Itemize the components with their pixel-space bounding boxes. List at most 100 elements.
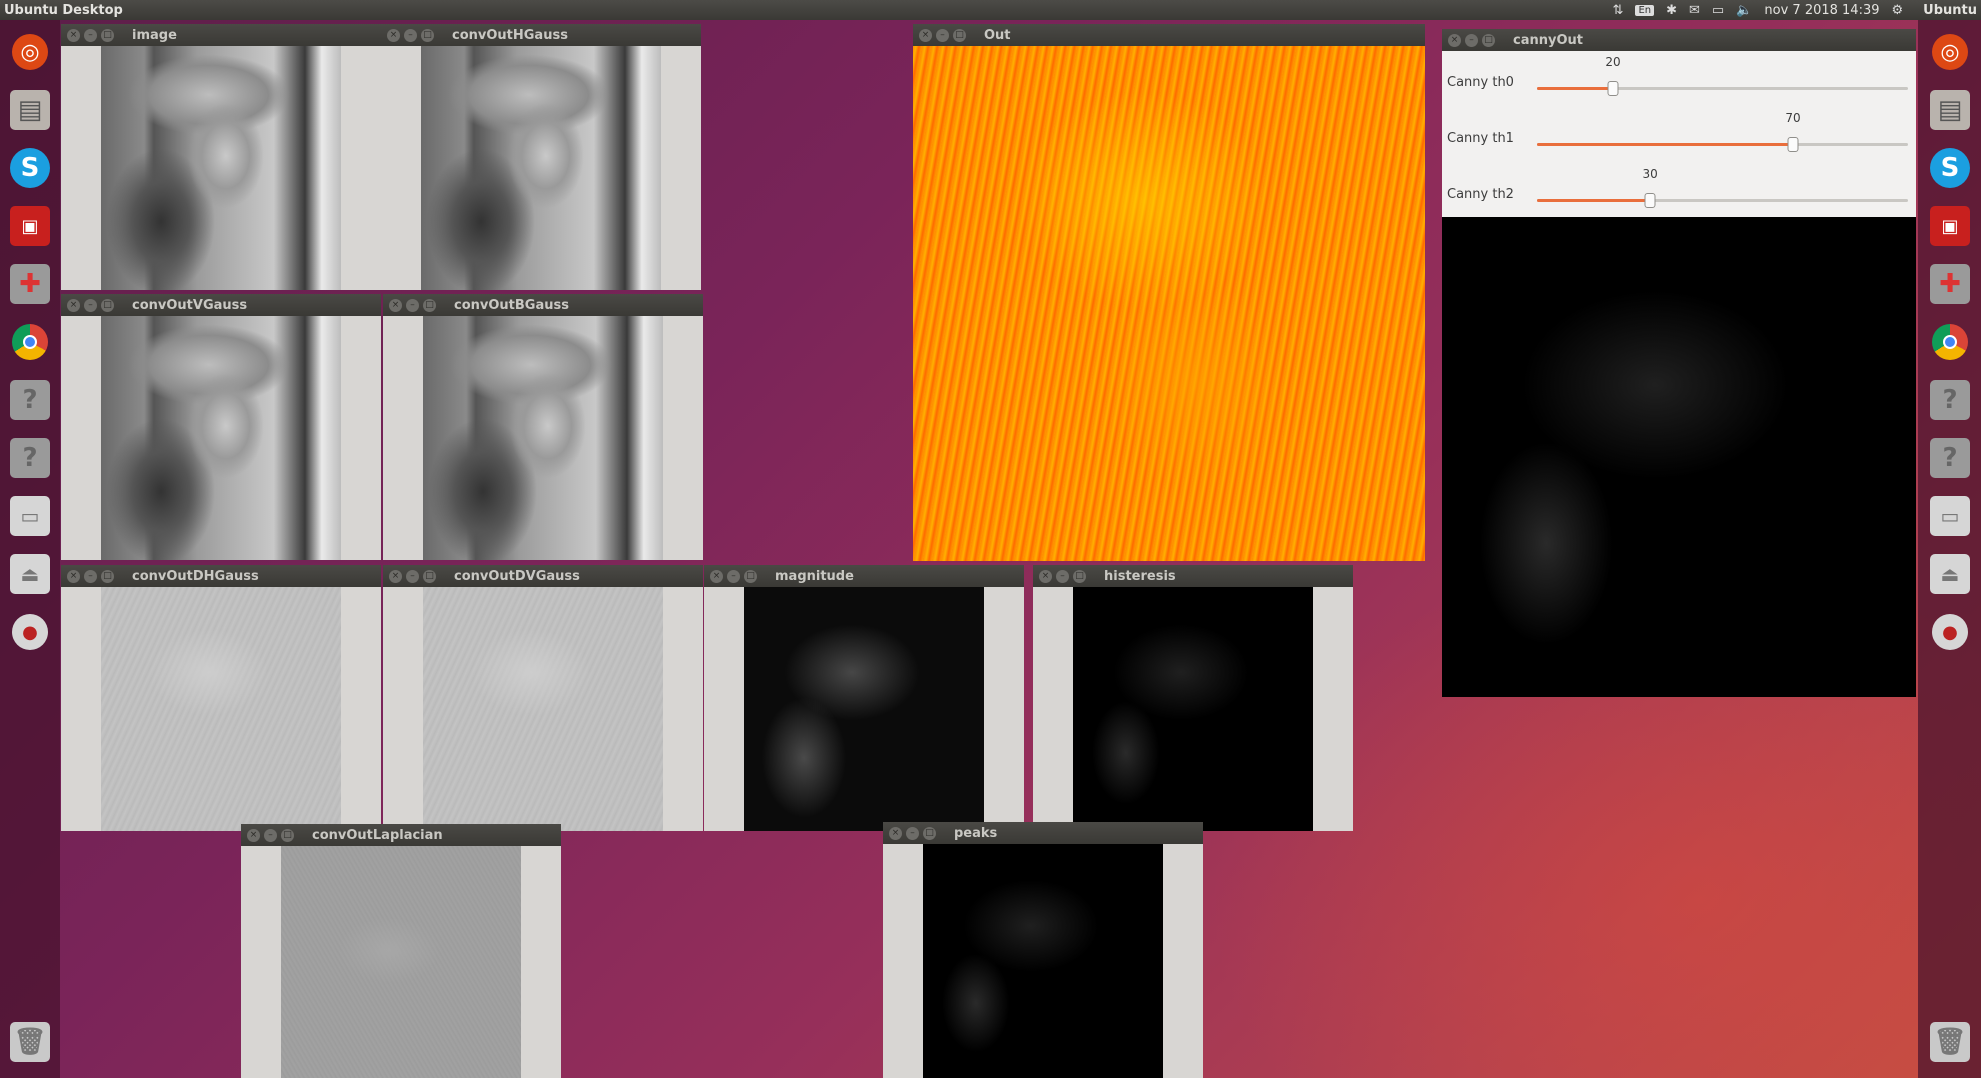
window-titlebar[interactable]: × – □ histeresis [1033,565,1353,587]
window-titlebar[interactable]: × – □ magnitude [704,565,1024,587]
minimize-icon[interactable]: – [727,569,740,583]
window-image[interactable]: × – □ image [61,24,381,290]
minimize-icon[interactable]: – [84,298,97,312]
window-out[interactable]: × – □ Out [913,24,1425,561]
network-updown-icon[interactable]: ⇅ [1613,3,1624,18]
window-magnitude[interactable]: × – □ magnitude [704,565,1024,831]
ubuntu-dash-button[interactable]: ◎ [1926,28,1974,76]
window-convouthgauss[interactable]: × – □ convOutHGauss [381,24,701,290]
volume-mute-icon[interactable]: 🔈 [1736,3,1752,18]
settings-launcher[interactable]: ✚ [1926,260,1974,308]
window-histeresis[interactable]: × – □ histeresis [1033,565,1353,831]
maximize-icon[interactable]: □ [423,569,436,583]
skype-launcher[interactable]: S [1926,144,1974,192]
maximize-icon[interactable]: □ [101,298,114,312]
user-menu[interactable]: Ubuntu [1923,3,1977,18]
minimize-icon[interactable]: – [1056,569,1069,583]
window-convoutbgauss[interactable]: × – □ convOutBGauss [383,294,703,560]
window-titlebar[interactable]: × – □ convOutDHGauss [61,565,381,587]
unknown-app-launcher[interactable]: ? [1926,376,1974,424]
skype-launcher[interactable]: S [6,144,54,192]
maximize-icon[interactable]: □ [953,28,966,42]
minimize-icon[interactable]: – [84,569,97,583]
window-convoutvgauss[interactable]: × – □ convOutVGauss [61,294,381,560]
usb-drive-launcher[interactable]: ⏏ [1926,550,1974,598]
maximize-icon[interactable]: □ [744,569,757,583]
terminal-launcher[interactable]: ▣ [6,202,54,250]
files-launcher[interactable]: ▤ [6,86,54,134]
close-icon[interactable]: × [919,28,932,42]
ubuntu-dash-button[interactable]: ◎ [6,28,54,76]
chrome-launcher[interactable] [1926,318,1974,366]
keyboard-layout-indicator[interactable]: En [1635,4,1655,16]
minimize-icon[interactable]: – [1465,33,1478,47]
window-cannyout[interactable]: ×–□ cannyOut Canny th0 20 Canny th1 70 [1442,29,1916,697]
window-convoutdhgauss[interactable]: × – □ convOutDHGauss [61,565,381,831]
unknown-app-launcher[interactable]: ? [1926,434,1974,482]
files-launcher[interactable]: ▤ [1926,86,1974,134]
close-icon[interactable]: × [389,298,402,312]
gear-icon[interactable]: ⚙ [1892,3,1904,18]
maximize-icon[interactable]: □ [421,28,434,42]
close-icon[interactable]: × [67,298,80,312]
minimize-icon[interactable]: – [906,826,919,840]
window-titlebar[interactable]: × – □ convOutBGauss [383,294,703,316]
minimize-icon[interactable]: – [406,569,419,583]
window-convoutdvgauss[interactable]: × – □ convOutDVGauss [383,565,703,831]
bluetooth-icon[interactable]: ✱ [1666,3,1677,18]
maximize-icon[interactable]: □ [101,28,114,42]
optical-disc-launcher[interactable]: ● [1926,608,1974,656]
close-icon[interactable]: × [389,569,402,583]
slider-knob[interactable] [1644,193,1656,208]
window-title: convOutBGauss [454,297,569,313]
close-icon[interactable]: × [710,569,723,583]
maximize-icon[interactable]: □ [923,826,936,840]
clock[interactable]: nov 7 2018 14:39 [1764,3,1879,18]
window-convoutlaplacian[interactable]: × – □ convOutLaplacian [241,824,561,1078]
window-titlebar[interactable]: × – □ convOutDVGauss [383,565,703,587]
close-icon[interactable]: × [889,826,902,840]
chrome-launcher[interactable] [6,318,54,366]
optical-disc-launcher[interactable]: ● [6,608,54,656]
maximize-icon[interactable]: □ [1482,33,1495,47]
unknown-app-launcher[interactable]: ? [6,434,54,482]
close-icon[interactable]: × [1448,33,1461,47]
window-peaks[interactable]: × – □ peaks [883,822,1203,1078]
close-icon[interactable]: × [1039,569,1052,583]
window-titlebar[interactable]: × – □ convOutHGauss [381,24,701,46]
mail-icon[interactable]: ✉ [1689,3,1700,18]
minimize-icon[interactable]: – [406,298,419,312]
slider-knob[interactable] [1607,81,1619,96]
maximize-icon[interactable]: □ [423,298,436,312]
close-icon[interactable]: × [67,28,80,42]
disk-drive-launcher[interactable]: ▭ [1926,492,1974,540]
close-icon[interactable]: × [67,569,80,583]
window-titlebar[interactable]: × – □ peaks [883,822,1203,844]
minimize-icon[interactable]: – [264,828,277,842]
window-titlebar[interactable]: × – □ cannyOut [1442,29,1916,51]
disk-drive-launcher[interactable]: ▭ [6,492,54,540]
slider-knob[interactable] [1787,137,1799,152]
maximize-icon[interactable]: □ [1073,569,1086,583]
close-icon[interactable]: × [247,828,260,842]
window-titlebar[interactable]: × – □ convOutLaplacian [241,824,561,846]
slider-track[interactable] [1537,137,1908,152]
battery-icon[interactable]: ▭ [1712,3,1724,18]
slider-track[interactable] [1537,81,1908,96]
settings-launcher[interactable]: ✚ [6,260,54,308]
window-titlebar[interactable]: × – □ Out [913,24,1425,46]
usb-drive-launcher[interactable]: ⏏ [6,550,54,598]
window-titlebar[interactable]: × – □ image [61,24,381,46]
minimize-icon[interactable]: – [936,28,949,42]
window-titlebar[interactable]: × – □ convOutVGauss [61,294,381,316]
trash-launcher[interactable]: 🗑 [1926,1018,1974,1066]
close-icon[interactable]: × [387,28,400,42]
unknown-app-launcher[interactable]: ? [6,376,54,424]
slider-track[interactable] [1537,193,1908,208]
maximize-icon[interactable]: □ [281,828,294,842]
terminal-launcher[interactable]: ▣ [1926,202,1974,250]
minimize-icon[interactable]: – [84,28,97,42]
maximize-icon[interactable]: □ [101,569,114,583]
trash-launcher[interactable]: 🗑 [6,1018,54,1066]
minimize-icon[interactable]: – [404,28,417,42]
